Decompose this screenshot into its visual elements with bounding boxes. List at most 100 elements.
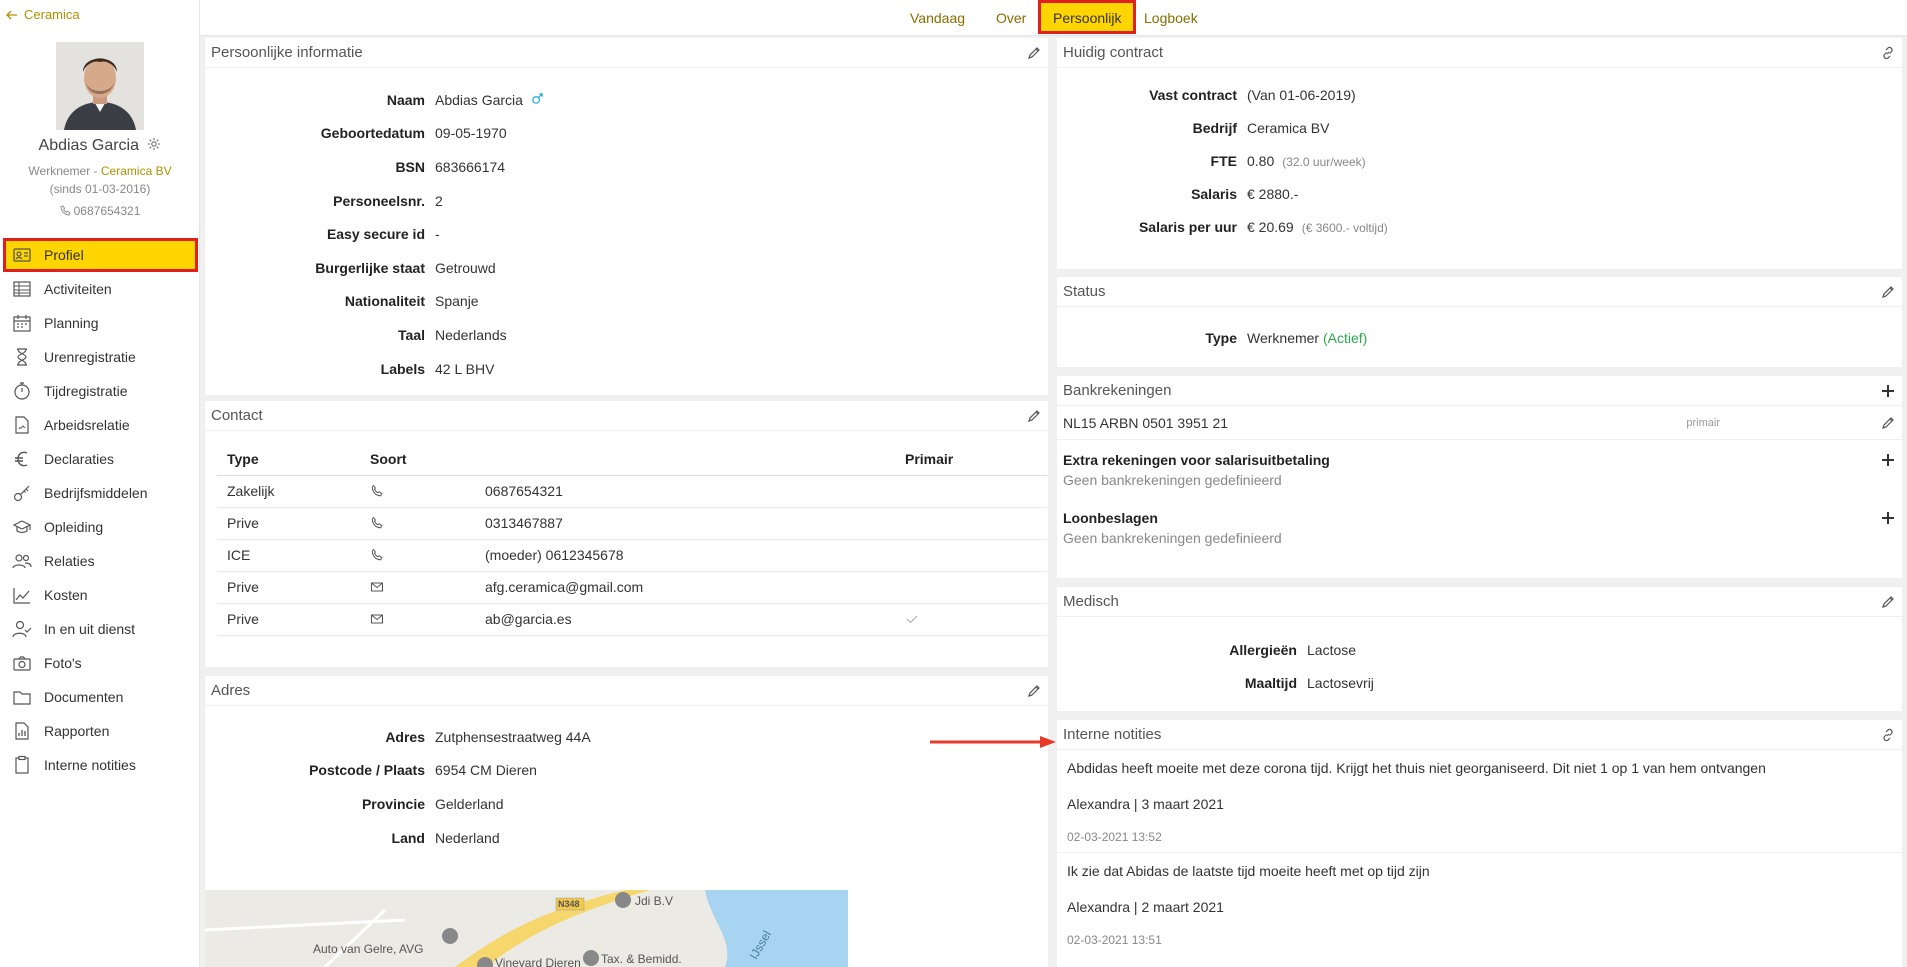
sidebar-item-profiel[interactable]: Profiel bbox=[3, 238, 198, 272]
info-label: Postcode / Plaats bbox=[309, 762, 425, 779]
profile-role-label: Werknemer - bbox=[28, 164, 101, 178]
tab-persoonlijk[interactable]: Persoonlijk bbox=[1038, 0, 1137, 34]
back-link-label: Ceramica bbox=[24, 7, 80, 22]
col-primair: Primair bbox=[895, 443, 1047, 476]
profile-company-link[interactable]: Ceramica BV bbox=[101, 164, 172, 178]
sidebar-item-label: Documenten bbox=[44, 689, 124, 705]
info-value-text: Abdias Garcia bbox=[435, 91, 523, 108]
info-value: Ceramica BV bbox=[1247, 120, 1329, 136]
document-icon bbox=[15, 416, 29, 434]
sidebar-item-relaties[interactable]: Relaties bbox=[0, 544, 200, 578]
table-row[interactable]: Prive ab@garcia.es bbox=[217, 603, 1047, 636]
info-value: 2 bbox=[435, 193, 443, 209]
sidebar-item-urenregistratie[interactable]: Urenregistratie bbox=[0, 340, 200, 374]
medical-panel: Medisch Allergieën Lactose Maaltijd Lactose… bbox=[1057, 587, 1902, 711]
extra-accounts-title: Extra rekeningen voor salarisuitbetaling bbox=[1063, 452, 1330, 468]
table-row[interactable]: Prive afg.ceramica@gmail.com bbox=[217, 571, 1047, 604]
report-icon bbox=[15, 722, 29, 740]
info-label: Vast contract bbox=[1149, 86, 1237, 103]
pencil-icon[interactable] bbox=[1880, 284, 1896, 300]
sidebar-item-rapporten[interactable]: Rapporten bbox=[0, 714, 200, 748]
contract-rows: Vast contract (Van 01-06-2019) Bedrijf Cera… bbox=[1057, 68, 1902, 251]
sidebar-item-tijdregistratie[interactable]: Tijdregistratie bbox=[0, 374, 200, 408]
tab-over[interactable]: Over bbox=[984, 0, 1038, 34]
map-label: N348 bbox=[558, 899, 580, 909]
back-link[interactable]: Ceramica bbox=[6, 7, 80, 22]
info-row: Maaltijd Lactosevrij bbox=[1057, 666, 1902, 699]
link-icon[interactable] bbox=[1880, 45, 1896, 61]
note-item: Abdidas heeft moeite met deze corona tij… bbox=[1057, 750, 1902, 853]
profile-since: (sinds 01-03-2016) bbox=[49, 182, 151, 196]
pencil-icon[interactable] bbox=[1880, 415, 1896, 431]
info-label: Geboortedatum bbox=[320, 125, 425, 142]
plus-icon[interactable] bbox=[1880, 510, 1896, 526]
profile-name: Abdias Garcia bbox=[0, 137, 200, 155]
info-value-text: 6954 CM Dieren bbox=[435, 762, 537, 779]
tab-logboek[interactable]: Logboek bbox=[1132, 0, 1210, 34]
medical-title: Medisch bbox=[1063, 593, 1119, 610]
link-icon[interactable] bbox=[1880, 727, 1896, 743]
contact-title: Contact bbox=[211, 407, 263, 424]
info-value-text: Zutphensestraatweg 44A bbox=[435, 728, 591, 745]
sidebar-item-interne-notities[interactable]: Interne notities bbox=[0, 748, 200, 782]
bank-title: Bankrekeningen bbox=[1063, 382, 1172, 399]
map-label: Auto van Gelre, AVG bbox=[313, 942, 424, 956]
info-label: Maaltijd bbox=[1244, 674, 1297, 691]
info-row: Nationaliteit Spanje bbox=[205, 285, 1048, 319]
plus-icon[interactable] bbox=[1880, 383, 1896, 399]
info-sub: (€ 3600.- voltijd) bbox=[1301, 220, 1388, 235]
people-icon bbox=[12, 554, 32, 569]
info-value: Zutphensestraatweg 44A bbox=[435, 729, 591, 745]
status-value: Werknemer (Actief) bbox=[1247, 330, 1367, 346]
bank-panel: Bankrekeningen NL15 ARBN 0501 3951 21 pr… bbox=[1057, 376, 1902, 578]
info-label: Salaris bbox=[1191, 185, 1237, 202]
info-row: Vast contract (Van 01-06-2019) bbox=[1057, 78, 1902, 111]
pencil-icon[interactable] bbox=[1026, 408, 1042, 424]
contact-header: Contact bbox=[205, 401, 1048, 431]
table-row[interactable]: Prive 0313467887 bbox=[217, 507, 1047, 540]
contact-kind bbox=[360, 539, 475, 572]
sidebar-item-activiteiten[interactable]: Activiteiten bbox=[0, 272, 200, 306]
info-label: Adres bbox=[385, 728, 425, 745]
plus-icon[interactable] bbox=[1880, 452, 1896, 468]
gear-icon[interactable] bbox=[147, 137, 161, 151]
info-value: Spanje bbox=[435, 293, 479, 309]
pencil-icon[interactable] bbox=[1880, 594, 1896, 610]
contact-primary bbox=[895, 539, 1047, 572]
info-value: 42 L BHV bbox=[435, 361, 494, 377]
table-row[interactable]: Zakelijk 0687654321 bbox=[217, 475, 1047, 508]
sidebar-item-label: In en uit dienst bbox=[44, 621, 136, 637]
col-value bbox=[475, 443, 895, 476]
contact-type: ICE bbox=[217, 539, 360, 572]
note-date: 02-03-2021 13:52 bbox=[1067, 830, 1162, 844]
user-check-icon bbox=[12, 620, 32, 638]
sidebar-item-declaraties[interactable]: Declaraties bbox=[0, 442, 200, 476]
info-value-text: Spanje bbox=[435, 293, 479, 310]
sidebar-item-label: Relaties bbox=[44, 553, 95, 569]
garnishments-title: Loonbeslagen bbox=[1063, 510, 1158, 526]
pencil-icon[interactable] bbox=[1026, 683, 1042, 699]
sidebar-item-documenten[interactable]: Documenten bbox=[0, 680, 200, 714]
table-row[interactable]: ICE (moeder) 0612345678 bbox=[217, 539, 1047, 572]
info-sub: (32.0 uur/week) bbox=[1282, 154, 1366, 169]
sidebar-item-foto-s[interactable]: Foto's bbox=[0, 646, 200, 680]
sidebar-item-opleiding[interactable]: Opleiding bbox=[0, 510, 200, 544]
graduation-icon bbox=[12, 520, 32, 534]
info-row: Land Nederland bbox=[205, 821, 1048, 855]
info-value: Nederland bbox=[435, 830, 500, 846]
top-nav: Vandaag Over Persoonlijk Logboek bbox=[200, 0, 1907, 36]
sidebar-item-arbeidsrelatie[interactable]: Arbeidsrelatie bbox=[0, 408, 200, 442]
sidebar-item-label: Urenregistratie bbox=[44, 349, 136, 365]
chart-icon bbox=[13, 588, 30, 604]
tab-vandaag[interactable]: Vandaag bbox=[898, 0, 977, 34]
info-label: FTE bbox=[1210, 152, 1237, 169]
sidebar-item-in-en-uit-dienst[interactable]: In en uit dienst bbox=[0, 612, 200, 646]
sidebar-item-kosten[interactable]: Kosten bbox=[0, 578, 200, 612]
info-value-text: 2 bbox=[435, 192, 443, 209]
pencil-icon[interactable] bbox=[1026, 45, 1042, 61]
info-row: FTE 0.80 (32.0 uur/week) bbox=[1057, 144, 1902, 177]
address-map[interactable]: Auto van Gelre, AVG Jdi B.V N348 Tax. & … bbox=[205, 890, 848, 967]
sidebar-item-planning[interactable]: Planning bbox=[0, 306, 200, 340]
info-value-text: Nederland bbox=[435, 829, 500, 846]
sidebar-item-bedrijfsmiddelen[interactable]: Bedrijfsmiddelen bbox=[0, 476, 200, 510]
